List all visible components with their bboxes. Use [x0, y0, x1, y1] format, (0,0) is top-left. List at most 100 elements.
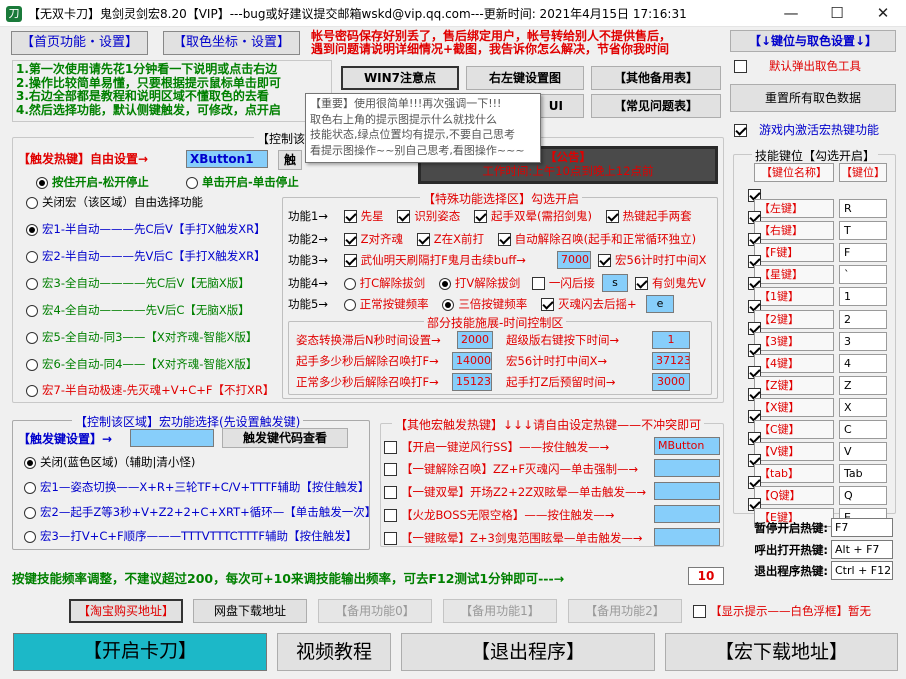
control2-radio[interactable]	[24, 530, 36, 543]
timing-input-0[interactable]: 2000	[457, 331, 493, 349]
tab-home[interactable]: 【首页功能・设置】	[11, 31, 148, 55]
macro56-option[interactable]: 宏56计时打中间X	[598, 252, 707, 268]
macro-option-0[interactable]: 关闭宏（该区域）自由选择功能	[26, 194, 203, 210]
control2-radio[interactable]	[24, 481, 36, 494]
control2-radio[interactable]	[24, 456, 36, 469]
macro-radio[interactable]	[26, 223, 38, 236]
spare2-button[interactable]: 【备用功能2】	[568, 599, 682, 623]
exit-button[interactable]: 【退出程序】	[401, 633, 655, 671]
default-popup-checkbox[interactable]	[734, 60, 747, 73]
flash-after-checkbox[interactable]	[531, 277, 545, 290]
tab-color[interactable]: 【取色坐标・设置】	[163, 31, 300, 55]
spare0-button[interactable]: 【备用功能0】	[318, 599, 432, 623]
activate-hotkey-option[interactable]: 游戏内激活宏热键功能	[734, 122, 879, 138]
timing-label-0: 姿态转换滞后N秒时间设置→	[296, 333, 441, 347]
minimize-button[interactable]: —	[768, 0, 814, 27]
timing-input-4[interactable]: 15123	[452, 373, 492, 391]
macro-radio[interactable]	[26, 331, 38, 344]
default-popup-option[interactable]: 默认弹出取色工具	[734, 58, 861, 74]
mode-hold-option[interactable]: 按住开启-松开停止	[36, 174, 149, 190]
activate-hotkey-checkbox[interactable]	[734, 124, 747, 137]
sword-ghost-option[interactable]: 有剑鬼先V	[635, 275, 706, 291]
macro-option-6[interactable]: 宏6-全自动-同4——【X对齐魂-智能X版】	[26, 356, 257, 372]
other-hotkey-input-2[interactable]	[654, 482, 720, 500]
timing-input-3[interactable]: 37123	[652, 352, 690, 370]
video-button[interactable]: 视频教程	[277, 633, 391, 671]
macro-radio[interactable]	[26, 196, 38, 209]
control2-option-0[interactable]: 关闭(蓝色区域)（辅助|清小怪)	[24, 454, 195, 470]
mode-click-radio[interactable]	[186, 176, 198, 189]
close-button[interactable]: ✕	[860, 0, 906, 27]
faq-button[interactable]: 【常见问题表】	[591, 94, 721, 118]
trigger-btn[interactable]: 触	[278, 150, 302, 170]
triple-freq-radio[interactable]	[442, 298, 455, 311]
other-hotkey-checkbox[interactable]	[384, 441, 397, 454]
first-star-checkbox[interactable]	[343, 210, 357, 223]
win7-notes-button[interactable]: WIN7注意点	[341, 66, 459, 90]
show-tip-checkbox[interactable]	[693, 605, 706, 618]
other-hotkey-checkbox[interactable]	[384, 486, 397, 499]
macro-option-3[interactable]: 宏3-全自动————先C后V【无脑X版】	[26, 275, 250, 291]
spare1-button[interactable]: 【备用功能1】	[443, 599, 557, 623]
wuxian-checkbox[interactable]	[343, 254, 357, 267]
timing-input-1[interactable]: 1	[652, 331, 690, 349]
trigger-code-button[interactable]: 触发键代码查看	[222, 428, 348, 448]
other-hotkey-checkbox[interactable]	[384, 532, 397, 545]
download-button[interactable]: 【宏下载地址】	[665, 633, 898, 671]
macro-option-7[interactable]: 宏7-半自动极速-先灭魂+V+C+F【不打XR】	[26, 382, 274, 398]
timing-input-2[interactable]: 14000	[452, 352, 492, 370]
mode-click-option[interactable]: 单击开启-单击停止	[186, 174, 299, 190]
mode-hold-radio[interactable]	[36, 176, 48, 189]
show-tip-option[interactable]: 【显示提示——白色浮框】暂无	[693, 603, 871, 619]
reset-colors-button[interactable]: 重置所有取色数据	[730, 84, 896, 112]
hotkey-input[interactable]: Alt + F7	[831, 540, 893, 559]
annihilate-flash-checkbox[interactable]	[540, 298, 554, 311]
mouse-settings-button[interactable]: 右左键设置图	[466, 66, 584, 90]
keymap-color-settings-button[interactable]: 【↓键位与取色设置↓】	[730, 30, 896, 52]
trigger-hotkey-input[interactable]: XButton1	[186, 150, 268, 168]
wuxian-buff-input[interactable]: 7000	[557, 251, 591, 269]
macro-radio[interactable]	[26, 277, 38, 290]
recognize-stance-checkbox[interactable]	[397, 210, 411, 223]
other-table-button[interactable]: 【其他备用表】	[591, 66, 721, 90]
macro56-checkbox[interactable]	[598, 254, 611, 267]
z-before-x-checkbox[interactable]	[416, 233, 430, 246]
sword-ghost-checkbox[interactable]	[635, 277, 648, 290]
control2-option-1[interactable]: 宏1—姿态切换——X+R+三轮TF+C/V+TTTF辅助【按住触发】	[24, 479, 369, 495]
control2-option-2[interactable]: 宏2—起手Z等3秒+V+Z2+2+C+XRT+循环—【单击触发一次】	[24, 504, 376, 520]
control2-trigger-input[interactable]	[130, 429, 214, 447]
maximize-button[interactable]: ☐	[814, 0, 860, 27]
hotkey-two-sets-checkbox[interactable]	[605, 210, 619, 223]
macro-radio[interactable]	[26, 250, 38, 263]
double-stun-checkbox[interactable]	[473, 210, 487, 223]
other-hotkey-input-0[interactable]: MButton	[654, 437, 720, 455]
macro-radio[interactable]	[26, 358, 38, 371]
auto-unsummon-checkbox[interactable]	[497, 233, 511, 246]
other-hotkey-input-4[interactable]	[654, 528, 720, 546]
c-unsheath-radio[interactable]	[343, 277, 356, 290]
frequency-input[interactable]: 10	[688, 567, 724, 585]
macro-option-5[interactable]: 宏5-全自动-同3——【X对齐魂-智能X版】	[26, 329, 257, 345]
normal-freq-radio[interactable]	[343, 298, 356, 311]
v-unsheath-radio[interactable]	[438, 277, 451, 290]
start-button[interactable]: 【开启卡刀】	[13, 633, 267, 671]
control2-radio[interactable]	[24, 506, 36, 519]
hotkey-input[interactable]: Ctrl + F12	[831, 561, 893, 580]
taobao-button[interactable]: 【淘宝购买地址】	[69, 599, 183, 623]
control2-option-3[interactable]: 宏3—打V+C+F顺序———TTTVTTTCTTTF辅助【按住触发】	[24, 528, 357, 544]
z-align-checkbox[interactable]	[343, 233, 357, 246]
flash-after-input[interactable]: s	[602, 274, 628, 292]
macro-option-2[interactable]: 宏2-半自动———先V后C【手打X触发XR】	[26, 248, 266, 264]
netdisk-button[interactable]: 网盘下载地址	[193, 599, 307, 623]
macro-option-4[interactable]: 宏4-全自动————先V后C【无脑X版】	[26, 302, 250, 318]
macro-radio[interactable]	[26, 384, 38, 397]
other-hotkey-checkbox[interactable]	[384, 509, 397, 522]
annihilate-flash-input[interactable]: e	[646, 295, 674, 313]
timing-input-5[interactable]: 3000	[652, 373, 690, 391]
other-hotkey-checkbox[interactable]	[384, 463, 397, 476]
macro-radio[interactable]	[26, 304, 38, 317]
macro-option-1[interactable]: 宏1-半自动———先C后V【手打X触发XR】	[26, 221, 266, 237]
other-hotkey-input-1[interactable]	[654, 459, 720, 477]
other-hotkey-input-3[interactable]	[654, 505, 720, 523]
hotkey-input[interactable]: F7	[831, 518, 893, 537]
